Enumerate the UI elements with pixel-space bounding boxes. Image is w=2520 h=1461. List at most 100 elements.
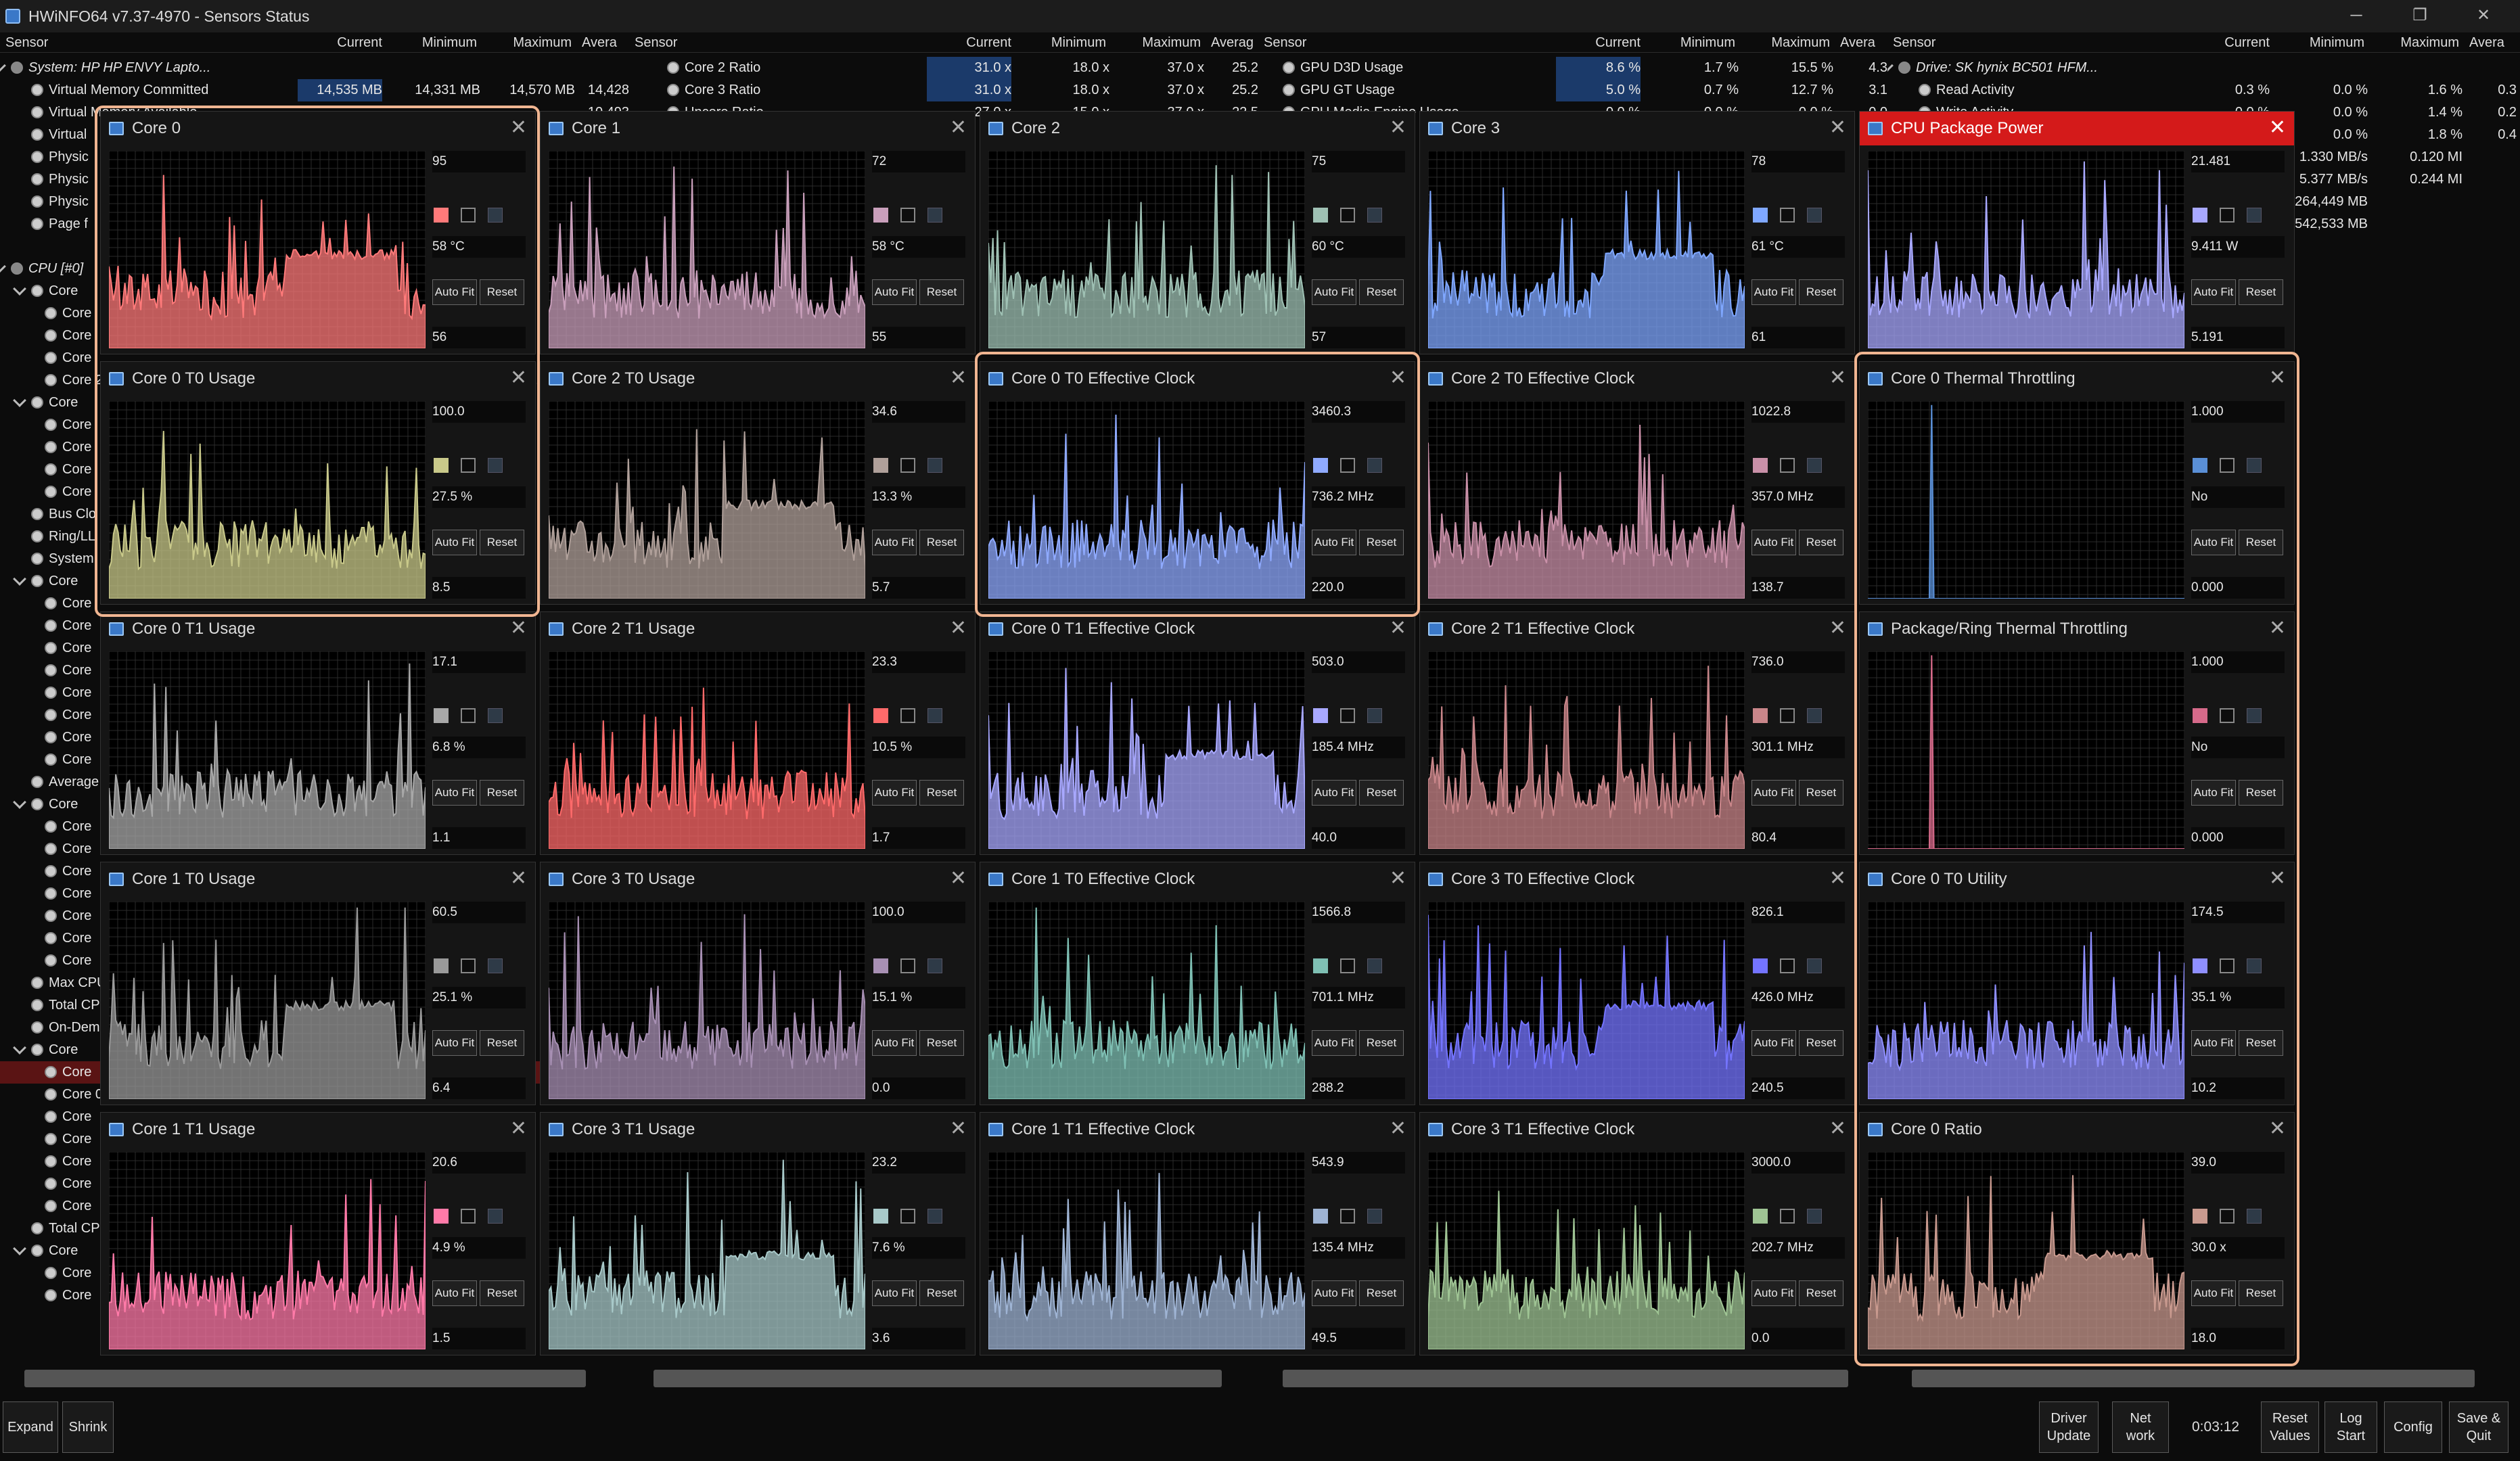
- graph-title-bar[interactable]: Core 2 T1 Effective Clock ✕: [1420, 612, 1854, 646]
- graph-color-swatch[interactable]: [1753, 208, 1768, 223]
- graph-option-toggle[interactable]: [488, 458, 503, 473]
- reset-graph-button[interactable]: Reset: [1359, 1280, 1404, 1306]
- graph-title-bar[interactable]: Core 3 T0 Effective Clock ✕: [1420, 862, 1854, 896]
- graph-fill-toggle[interactable]: [1340, 1209, 1355, 1224]
- graph-option-toggle[interactable]: [488, 708, 503, 723]
- auto-fit-button[interactable]: Auto Fit: [432, 780, 477, 806]
- auto-fit-button[interactable]: Auto Fit: [1312, 279, 1356, 305]
- graph-option-toggle[interactable]: [2247, 208, 2262, 223]
- graph-color-swatch[interactable]: [1313, 208, 1328, 223]
- reset-graph-button[interactable]: Reset: [1799, 780, 1843, 806]
- graph-title-bar[interactable]: Core 2 T1 Usage ✕: [541, 612, 975, 646]
- sensor-row[interactable]: Virtual Memory Committed 14,535 MB 14,331 …: [0, 79, 629, 101]
- header-maximum[interactable]: Maximum: [1116, 32, 1201, 53]
- graph-fill-toggle[interactable]: [2220, 1209, 2235, 1224]
- graph-title-bar[interactable]: Core 0 ✕: [101, 112, 535, 145]
- reset-graph-button[interactable]: Reset: [919, 780, 964, 806]
- graph-window[interactable]: Core 2 ✕ 75 60 °C Auto Fit Reset 57: [980, 111, 1415, 354]
- auto-fit-button[interactable]: Auto Fit: [1751, 279, 1796, 305]
- graph-window[interactable]: Core 2 T1 Effective Clock ✕ 736.0 301.1 MHz…: [1419, 611, 1855, 855]
- graph-fill-toggle[interactable]: [1780, 958, 1795, 973]
- auto-fit-button[interactable]: Auto Fit: [1751, 780, 1796, 806]
- graph-color-swatch[interactable]: [873, 208, 888, 223]
- driver-update-button[interactable]: Driver Update: [2039, 1401, 2099, 1453]
- graph-color-swatch[interactable]: [873, 1209, 888, 1224]
- graph-close-icon[interactable]: ✕: [950, 1113, 967, 1145]
- sensor-row[interactable]: Drive: SK hynix BC501 HFM...: [1887, 57, 2520, 79]
- graph-close-icon[interactable]: ✕: [1390, 612, 1406, 645]
- graph-close-icon[interactable]: ✕: [1829, 362, 1846, 394]
- auto-fit-button[interactable]: Auto Fit: [432, 530, 477, 555]
- graph-title-bar[interactable]: Core 0 T0 Effective Clock ✕: [980, 362, 1415, 396]
- graph-close-icon[interactable]: ✕: [510, 112, 527, 144]
- header-current[interactable]: Current: [927, 32, 1011, 53]
- graph-option-toggle[interactable]: [1367, 708, 1382, 723]
- graph-color-swatch[interactable]: [1753, 958, 1768, 973]
- expand-chevron-icon[interactable]: [0, 59, 6, 72]
- sensor-row[interactable]: GPU GT Usage 5.0 % 0.7 % 12.7 % 3.1: [1258, 79, 1887, 101]
- header-average[interactable]: Averag: [1211, 32, 1258, 53]
- header-maximum[interactable]: Maximum: [2375, 32, 2459, 53]
- horizontal-scrollbar-3[interactable]: [1283, 1370, 1848, 1387]
- sensor-row[interactable]: Read Activity 0.3 % 0.0 % 1.6 % 0.3: [1887, 79, 2520, 101]
- graph-fill-toggle[interactable]: [1340, 458, 1355, 473]
- auto-fit-button[interactable]: Auto Fit: [1312, 1280, 1356, 1306]
- graph-title-bar[interactable]: Core 3 ✕: [1420, 112, 1854, 145]
- horizontal-scrollbar-4[interactable]: [1912, 1370, 2475, 1387]
- graph-close-icon[interactable]: ✕: [1829, 112, 1846, 144]
- graph-title-bar[interactable]: Core 0 T1 Usage ✕: [101, 612, 535, 646]
- graph-close-icon[interactable]: ✕: [1390, 1113, 1406, 1145]
- graph-color-swatch[interactable]: [434, 958, 449, 973]
- graph-fill-toggle[interactable]: [1340, 958, 1355, 973]
- auto-fit-button[interactable]: Auto Fit: [1751, 1280, 1796, 1306]
- graph-close-icon[interactable]: ✕: [1390, 362, 1406, 394]
- graph-close-icon[interactable]: ✕: [510, 612, 527, 645]
- graph-color-swatch[interactable]: [1753, 458, 1768, 473]
- graph-color-swatch[interactable]: [2193, 458, 2207, 473]
- expand-chevron-icon[interactable]: [13, 1242, 26, 1255]
- header-average[interactable]: Avera: [2469, 32, 2517, 53]
- auto-fit-button[interactable]: Auto Fit: [2191, 780, 2236, 806]
- sensor-row[interactable]: GPU D3D Usage 8.6 % 1.7 % 15.5 % 4.3: [1258, 57, 1887, 79]
- reset-graph-button[interactable]: Reset: [1359, 1030, 1404, 1056]
- auto-fit-button[interactable]: Auto Fit: [432, 279, 477, 305]
- reset-graph-button[interactable]: Reset: [2239, 279, 2283, 305]
- graph-fill-toggle[interactable]: [1780, 708, 1795, 723]
- graph-color-swatch[interactable]: [2193, 958, 2207, 973]
- graph-title-bar[interactable]: Core 2 T0 Usage ✕: [541, 362, 975, 396]
- graph-close-icon[interactable]: ✕: [950, 862, 967, 895]
- graph-fill-toggle[interactable]: [900, 708, 915, 723]
- graph-fill-toggle[interactable]: [461, 958, 476, 973]
- graph-option-toggle[interactable]: [927, 208, 942, 223]
- graph-title-bar[interactable]: Core 0 T0 Usage ✕: [101, 362, 535, 396]
- graph-option-toggle[interactable]: [1367, 958, 1382, 973]
- graph-title-bar[interactable]: Package/Ring Thermal Throttling ✕: [1860, 612, 2294, 646]
- graph-title-bar[interactable]: Core 0 Thermal Throttling ✕: [1860, 362, 2294, 396]
- minimize-button[interactable]: ─: [2332, 0, 2381, 32]
- header-sensor[interactable]: Sensor: [635, 32, 838, 53]
- header-average[interactable]: Avera: [582, 32, 629, 53]
- auto-fit-button[interactable]: Auto Fit: [872, 1030, 917, 1056]
- graph-close-icon[interactable]: ✕: [950, 112, 967, 144]
- graph-close-icon[interactable]: ✕: [1390, 112, 1406, 144]
- reset-graph-button[interactable]: Reset: [480, 530, 524, 555]
- reset-graph-button[interactable]: Reset: [2239, 1030, 2283, 1056]
- reset-graph-button[interactable]: Reset: [2239, 780, 2283, 806]
- graph-window[interactable]: Core 0 Thermal Throttling ✕ 1.000 No Auto Fi…: [1859, 361, 2295, 605]
- reset-graph-button[interactable]: Reset: [480, 780, 524, 806]
- graph-title-bar[interactable]: Core 1 T0 Usage ✕: [101, 862, 535, 896]
- header-sensor[interactable]: Sensor: [1264, 32, 1467, 53]
- graph-window[interactable]: Core 1 T0 Effective Clock ✕ 1566.8 701.1 MH…: [980, 862, 1415, 1105]
- auto-fit-button[interactable]: Auto Fit: [1312, 780, 1356, 806]
- graph-close-icon[interactable]: ✕: [1829, 862, 1846, 895]
- header-current[interactable]: Current: [298, 32, 382, 53]
- reset-graph-button[interactable]: Reset: [1799, 530, 1843, 555]
- graph-option-toggle[interactable]: [1367, 1209, 1382, 1224]
- graph-window[interactable]: CPU Package Power ✕ 21.481 9.411 W Auto Fit R…: [1859, 111, 2295, 354]
- graph-color-swatch[interactable]: [434, 708, 449, 723]
- graph-window[interactable]: Core 0 T1 Usage ✕ 17.1 6.8 % Auto Fit Reset 1.…: [100, 611, 536, 855]
- graph-fill-toggle[interactable]: [900, 208, 915, 223]
- graph-fill-toggle[interactable]: [2220, 708, 2235, 723]
- reset-graph-button[interactable]: Reset: [919, 530, 964, 555]
- graph-fill-toggle[interactable]: [900, 958, 915, 973]
